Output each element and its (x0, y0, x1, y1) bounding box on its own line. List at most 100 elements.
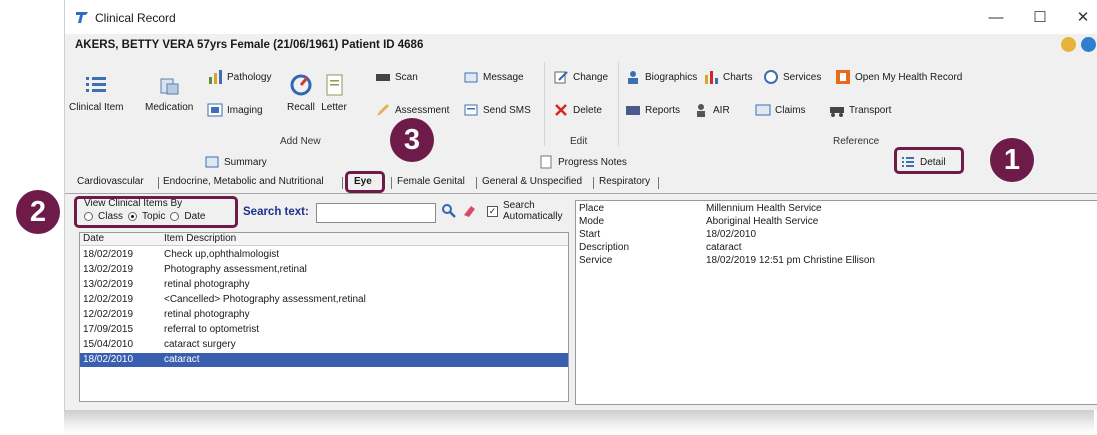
detail-row: Mode Aboriginal Health Service (576, 216, 1097, 229)
detail-key: Place (579, 203, 605, 214)
tab-cardiovascular[interactable]: Cardiovascular (77, 176, 144, 187)
summary-icon (205, 156, 219, 168)
letter-icon (326, 74, 343, 96)
medication-icon (160, 78, 179, 95)
services-label: Services (783, 71, 822, 83)
clinical-item-button[interactable]: Clinical Item (69, 72, 123, 113)
tab-endocrine[interactable]: Endocrine, Metabolic and Nutritional (163, 176, 324, 187)
air-label: AIR (713, 104, 730, 116)
sms-icon (464, 104, 478, 116)
progress-notes-label: Progress Notes (558, 156, 627, 168)
help-icon[interactable] (1081, 37, 1096, 52)
edit-group-label: Edit (570, 136, 588, 147)
progress-notes-icon (540, 155, 552, 169)
date-column-header[interactable]: Date (83, 233, 104, 244)
services-button[interactable]: Services (763, 69, 821, 85)
row-description: retinal photography (164, 279, 250, 290)
tab-divider (342, 177, 343, 189)
pathology-button[interactable]: Pathology (207, 69, 271, 85)
callout-box-view-by (74, 196, 238, 228)
callout-box-eye-tab (345, 171, 385, 193)
reports-label: Reports (645, 104, 681, 116)
letter-button[interactable]: Letter (321, 72, 347, 113)
ribbon-toolbar: Clinical Item Medication Pathology Imagi… (65, 58, 1097, 152)
row-description: cataract (164, 354, 200, 365)
row-description: referral to optometrist (164, 324, 260, 335)
detail-key: Service (579, 255, 613, 266)
pathology-label: Pathology (227, 71, 272, 83)
message-label: Message (483, 71, 524, 83)
open-mhr-label: Open My Health Record (855, 71, 963, 83)
assessment-label: Assessment (395, 104, 450, 116)
open-mhr-button[interactable]: Open My Health Record (835, 69, 962, 85)
search-auto-line2: Automatically (503, 211, 563, 222)
person-icon (628, 71, 638, 84)
claims-button[interactable]: Claims (755, 102, 806, 118)
scan-button[interactable]: Scan (375, 69, 418, 85)
table-row[interactable]: 18/02/2019 Check up,ophthalmologist (80, 248, 568, 262)
delete-button[interactable]: Delete (553, 102, 602, 118)
detail-value: 18/02/2010 (706, 229, 757, 240)
charts-button[interactable]: Charts (703, 69, 752, 85)
scan-icon (376, 74, 390, 81)
detail-row: Description cataract (576, 242, 1097, 255)
reports-button[interactable]: Reports (625, 102, 680, 118)
row-description: cataract surgery (164, 339, 236, 350)
recall-label: Recall (287, 102, 315, 113)
transport-button[interactable]: Transport (829, 102, 891, 118)
callout-badge-3: 3 (390, 118, 434, 162)
list-icon (86, 77, 107, 92)
detail-key: Mode (579, 216, 605, 227)
tab-respiratory[interactable]: Respiratory (599, 176, 650, 187)
group-divider (618, 62, 619, 146)
summary-view-button[interactable]: Summary (205, 152, 267, 172)
maximize-button[interactable]: ☐ (1025, 8, 1055, 28)
table-row[interactable]: 13/02/2019 Photography assessment,retina… (80, 263, 568, 277)
detail-value: cataract (706, 242, 742, 253)
smiley-icon[interactable] (1061, 37, 1076, 52)
message-button[interactable]: Message (463, 69, 524, 85)
table-row[interactable]: 12/02/2019 <Cancelled> Photography asses… (80, 293, 568, 307)
send-sms-button[interactable]: Send SMS (463, 102, 531, 118)
search-input[interactable] (316, 203, 436, 223)
air-button[interactable]: AIR (693, 102, 730, 118)
tab-general-unspecified[interactable]: General & Unspecified (482, 176, 582, 187)
claims-label: Claims (775, 104, 806, 116)
imaging-button[interactable]: Imaging (207, 102, 263, 118)
row-date: 17/09/2015 (83, 324, 134, 335)
search-icon[interactable] (441, 203, 457, 219)
description-column-header[interactable]: Item Description (164, 233, 236, 244)
recall-button[interactable]: Recall (287, 72, 315, 113)
detail-row: Place Millennium Health Service (576, 203, 1097, 216)
row-description: retinal photography (164, 309, 250, 320)
table-row[interactable]: 12/02/2019 retinal photography (80, 308, 568, 322)
assessment-button[interactable]: Assessment (375, 102, 449, 118)
minimize-button[interactable]: — (981, 8, 1011, 28)
callout-badge-2: 2 (16, 190, 60, 234)
search-automatically-label: Search Automatically (503, 200, 562, 222)
delete-label: Delete (573, 104, 602, 116)
table-row[interactable]: 13/02/2019 retinal photography (80, 278, 568, 292)
tab-female-genital[interactable]: Female Genital (397, 176, 465, 187)
medication-button[interactable]: Medication (145, 72, 193, 113)
progress-notes-view-button[interactable]: Progress Notes (539, 152, 627, 172)
biographics-button[interactable]: Biographics (625, 69, 697, 85)
air-icon (697, 104, 705, 117)
search-automatically-checkbox[interactable]: ✓ (487, 206, 498, 217)
row-date: 12/02/2019 (83, 294, 134, 305)
window-title: Clinical Record (95, 11, 176, 25)
change-label: Change (573, 71, 609, 83)
tab-divider (658, 177, 659, 189)
transport-icon (830, 107, 844, 117)
change-button[interactable]: Change (553, 69, 608, 85)
close-button[interactable]: ✕ (1068, 8, 1097, 28)
table-row[interactable]: 15/04/2010 cataract surgery (80, 338, 568, 352)
imaging-icon (207, 103, 223, 117)
detail-row: Service 18/02/2019 12:51 pm Christine El… (576, 255, 1097, 268)
window-shadow (64, 408, 1094, 435)
eraser-icon[interactable] (461, 203, 477, 219)
row-description: <Cancelled> Photography assessment,retin… (164, 294, 366, 305)
table-row-selected[interactable]: 18/02/2010 cataract (80, 353, 568, 367)
table-row[interactable]: 17/09/2015 referral to optometrist (80, 323, 568, 337)
message-icon (464, 72, 478, 83)
